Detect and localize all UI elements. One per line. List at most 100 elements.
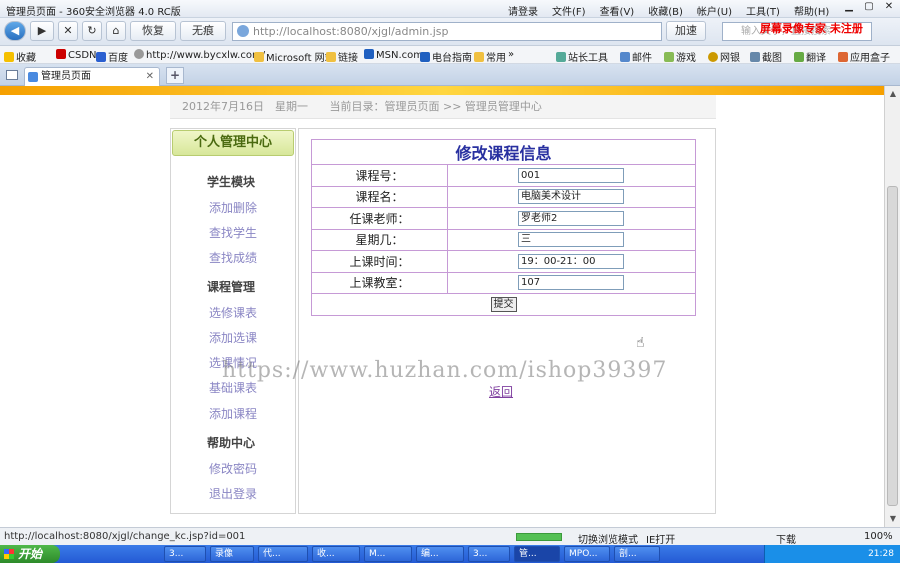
switch-mode-button[interactable]: 切换浏览模式 — [578, 531, 638, 546]
sidebar-title: 个人管理中心 — [172, 130, 294, 156]
menu-view[interactable]: 查看(V) — [600, 3, 635, 18]
bank-icon — [708, 52, 718, 62]
ie-open-button[interactable]: IE打开 — [646, 531, 675, 546]
teacher-label: 任课老师： — [311, 207, 448, 230]
group-student-module: 学生模块 — [207, 175, 256, 189]
menu-help[interactable]: 帮助(H) — [794, 3, 829, 18]
minimize-icon[interactable]: ▁ — [842, 1, 856, 15]
globe-icon — [237, 25, 249, 37]
table-row: 课程名： 电脑美术设计 — [311, 185, 696, 208]
sidebar-item-change-password[interactable]: 修改密码 — [171, 460, 257, 477]
taskbar-item[interactable]: 录像 — [210, 546, 254, 562]
sidebar-item-find-grades[interactable]: 查找成绩 — [171, 249, 257, 266]
sidebar-item-add-course[interactable]: 添加课程 — [171, 405, 257, 422]
radio-icon — [420, 52, 430, 62]
tab-bar: 管理员页面 ✕ + — [0, 64, 900, 86]
tool-translate[interactable]: 翻译 — [794, 49, 826, 64]
speedup-button[interactable]: 加速 — [666, 21, 706, 41]
taskbar-item-active[interactable]: 管... — [514, 546, 560, 562]
scroll-down-icon[interactable]: ▼ — [886, 512, 900, 526]
taskbar-item[interactable]: 3... — [468, 546, 510, 562]
folder-icon — [254, 52, 264, 62]
fav-links[interactable]: 链接 — [326, 49, 358, 64]
favorites-bar: 收藏 CSDN 百度 http://www.bycxlw.com/ Micros… — [0, 46, 900, 64]
folder-icon — [474, 52, 484, 62]
home-button[interactable]: ⌂ — [106, 21, 126, 41]
fav-common[interactable]: 常用 — [474, 49, 506, 64]
tool-bank[interactable]: 网银 — [708, 49, 740, 64]
main-panel: 修改课程信息 课程号： 001 课程名： 电脑美术设计 任课老师： 罗老师2 星期几：… — [298, 128, 716, 514]
stop-button[interactable]: ✕ — [58, 21, 78, 41]
sidebar-item-add-elective[interactable]: 添加选课 — [171, 329, 257, 346]
fav-more[interactable]: » — [508, 49, 514, 60]
fav-msn[interactable]: MSN.com — [364, 49, 423, 61]
menu-file[interactable]: 文件(F) — [552, 3, 586, 18]
back-button[interactable]: ◀ — [4, 21, 26, 41]
tool-screenshot[interactable]: 截图 — [750, 49, 782, 64]
tool-webmaster[interactable]: 站长工具 — [556, 49, 608, 64]
course-id-input[interactable]: 001 — [518, 167, 624, 183]
fav-bycxlw[interactable]: http://www.bycxlw.com/ — [134, 49, 265, 61]
taskbar-item[interactable]: 3... — [164, 546, 206, 562]
course-name-input[interactable]: 电脑美术设计 — [518, 189, 624, 205]
sidebar: 个人管理中心 学生模块 添加删除 查找学生 查找成绩 课程管理 选修课表 添加选… — [170, 128, 296, 514]
vertical-scrollbar[interactable]: ▲ ▼ — [884, 86, 900, 527]
tool-icon — [556, 52, 566, 62]
taskbar-item[interactable]: 编... — [416, 546, 464, 562]
clock: 21:28 — [868, 549, 894, 559]
fav-microsoft[interactable]: Microsoft 网站 — [254, 49, 335, 64]
tool-appbox[interactable]: 应用盒子 — [838, 49, 890, 64]
fav-baidu[interactable]: 百度 — [96, 49, 128, 64]
class-time-input[interactable]: 19：00-21：00 — [518, 253, 624, 269]
menu-tools[interactable]: 工具(T) — [746, 3, 780, 18]
submit-button[interactable]: 提交 — [490, 296, 517, 312]
sidebar-item-add-delete[interactable]: 添加删除 — [171, 199, 257, 216]
taskbar-item[interactable]: MPO... — [564, 546, 610, 562]
sidebar-item-elective-table[interactable]: 选修课表 — [171, 304, 257, 321]
undo-close-button[interactable]: 恢复 — [130, 21, 176, 41]
tab-admin[interactable]: 管理员页面 ✕ — [24, 67, 160, 86]
download-button[interactable]: 下载 — [776, 531, 796, 546]
course-id-label: 课程号： — [311, 164, 448, 187]
menu-favorites[interactable]: 收藏(B) — [648, 3, 683, 18]
scroll-up-icon[interactable]: ▲ — [886, 87, 900, 101]
status-bar: http://localhost:8080/xjgl/change_kc.jsp… — [0, 527, 900, 546]
taskbar-item[interactable]: 剖... — [614, 546, 660, 562]
zoom-level[interactable]: 100% — [864, 531, 893, 542]
tab-close-icon[interactable]: ✕ — [146, 68, 154, 85]
incognito-button[interactable]: 无痕 — [180, 21, 226, 41]
classroom-input[interactable]: 107 — [518, 275, 624, 291]
hand-cursor-icon: ☝ — [636, 335, 645, 351]
new-tab-button[interactable]: + — [166, 67, 184, 84]
weekday-input[interactable]: 三 — [518, 232, 624, 248]
fav-collect[interactable]: 收藏 — [4, 49, 36, 64]
tool-games[interactable]: 游戏 — [664, 49, 696, 64]
teacher-input[interactable]: 罗老师2 — [518, 210, 624, 226]
window-titlebar: 管理员页面 - 360安全浏览器 4.0 RC版 请登录 文件(F) 查看(V)… — [0, 0, 900, 35]
sidebar-item-logout[interactable]: 退出登录 — [171, 485, 257, 502]
back-link[interactable]: 返回 — [489, 383, 513, 400]
system-tray: 21:28 — [764, 545, 900, 563]
sidebar-item-find-student[interactable]: 查找学生 — [171, 224, 257, 241]
taskbar-item[interactable]: 收... — [312, 546, 360, 562]
windows-flag-icon — [4, 549, 14, 559]
tool-mail[interactable]: 邮件 — [620, 49, 652, 64]
tab-list-icon[interactable] — [6, 70, 18, 80]
box-icon — [838, 52, 848, 62]
csdn-icon — [56, 49, 66, 59]
taskbar-item[interactable]: M... — [364, 546, 412, 562]
close-icon[interactable]: ✕ — [882, 1, 896, 15]
recorder-watermark: 屏幕录像专家 未注册 — [760, 22, 863, 35]
maximize-icon[interactable]: ▢ — [862, 1, 876, 15]
start-button[interactable]: 开始 — [0, 545, 60, 563]
refresh-button[interactable]: ↻ — [82, 21, 102, 41]
load-progress — [516, 533, 562, 541]
menu-account[interactable]: 帐户(U) — [697, 3, 732, 18]
fav-csdn[interactable]: CSDN — [56, 49, 97, 61]
forward-button[interactable]: ▶ — [30, 21, 54, 41]
fav-radio[interactable]: 电台指南 — [420, 49, 472, 64]
address-bar[interactable]: http://localhost:8080/xjgl/admin.jsp — [232, 22, 662, 41]
scroll-thumb[interactable] — [887, 186, 898, 506]
menu-login[interactable]: 请登录 — [508, 3, 538, 18]
taskbar-item[interactable]: 代... — [258, 546, 308, 562]
